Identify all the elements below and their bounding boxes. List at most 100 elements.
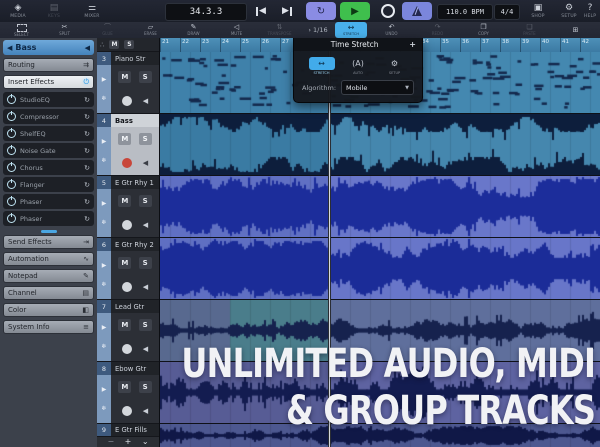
effect-edit-icon[interactable]: ↻: [84, 130, 90, 138]
track-name[interactable]: Lead Gtr: [111, 300, 159, 313]
mute-button[interactable]: M: [118, 257, 131, 269]
algorithm-dropdown[interactable]: Mobile ▼: [341, 80, 414, 95]
effect-edit-icon[interactable]: ↻: [84, 113, 90, 121]
clip-e-gtr-rhy-2[interactable]: [160, 238, 600, 299]
routing-button[interactable]: Routing⇉: [3, 58, 94, 72]
grid-add-button[interactable]: ⊞: [554, 22, 597, 38]
solo-button[interactable]: S: [139, 257, 152, 269]
clip-bass[interactable]: [160, 114, 600, 175]
solo-button[interactable]: S: [139, 71, 152, 83]
freeze-icon[interactable]: ❄: [101, 157, 106, 164]
effect-power-icon[interactable]: [7, 214, 16, 223]
effect-slot[interactable]: Compressor↻: [3, 109, 94, 124]
solo-button[interactable]: S: [139, 195, 152, 207]
draw-tool[interactable]: ✎DRAW: [172, 22, 215, 38]
mute-button[interactable]: M: [118, 381, 131, 393]
track-row[interactable]: 3 Piano Str ▶❄ MS ◀: [97, 52, 159, 114]
mute-tool[interactable]: ◁MUTE: [215, 22, 258, 38]
solo-all-button[interactable]: S: [124, 40, 134, 49]
grid-resolution-selector[interactable]: ›1/16: [301, 22, 335, 38]
add-track-button[interactable]: +: [125, 438, 132, 446]
redo-button[interactable]: ↷REDO: [416, 22, 459, 38]
copy-button[interactable]: ❐COPY: [462, 22, 505, 38]
cycle-button[interactable]: ↻: [306, 2, 336, 20]
effect-edit-icon[interactable]: ↻: [84, 96, 90, 104]
effect-edit-icon[interactable]: ↻: [84, 215, 90, 223]
clip-e-gtr-rhy-1[interactable]: [160, 176, 600, 237]
effect-edit-icon[interactable]: ↻: [84, 181, 90, 189]
paste-button[interactable]: ❏PASTE: [508, 22, 551, 38]
monitor-icon[interactable]: ◀: [143, 221, 148, 229]
track-row[interactable]: 9 E Gtr Fills: [97, 424, 159, 436]
record-arm-button[interactable]: [122, 220, 132, 230]
track-play-icon[interactable]: ▶: [102, 262, 107, 269]
effect-slot[interactable]: Noise Gate↻: [3, 143, 94, 158]
effect-power-icon[interactable]: [7, 112, 16, 121]
system-info-button[interactable]: System Info≡: [3, 320, 94, 334]
freeze-icon[interactable]: ❄: [101, 281, 106, 288]
notepad-button[interactable]: Notepad✎: [3, 269, 94, 283]
mute-button[interactable]: M: [118, 195, 131, 207]
effect-slot[interactable]: Phaser↻: [3, 211, 94, 226]
keys-button[interactable]: ▤KEYS: [38, 1, 70, 21]
effect-power-icon[interactable]: [7, 180, 16, 189]
track-row[interactable]: 7 Lead Gtr ▶❄ MS ◀: [97, 300, 159, 362]
freeze-icon[interactable]: ❄: [101, 219, 106, 226]
effect-power-icon[interactable]: [7, 129, 16, 138]
record-arm-button[interactable]: [122, 344, 132, 354]
track-row[interactable]: 5 E Gtr Rhy 1 ▶❄ MS ◀: [97, 176, 159, 238]
record-button[interactable]: [373, 2, 403, 20]
solo-button[interactable]: S: [139, 133, 152, 145]
mute-all-button[interactable]: M: [109, 40, 119, 49]
metronome-button[interactable]: [402, 2, 432, 20]
setup-mode-button[interactable]: ⚙ SETUP: [382, 57, 408, 75]
auto-mode-button[interactable]: (A) AUTO: [345, 57, 371, 75]
time-signature-display[interactable]: 4/4: [494, 4, 520, 20]
effect-power-icon[interactable]: [7, 163, 16, 172]
inspector-divider[interactable]: [3, 228, 94, 235]
monitor-icon[interactable]: ◀: [143, 407, 148, 415]
rewind-button[interactable]: ◀: [256, 4, 266, 18]
track-play-icon[interactable]: ▶: [102, 76, 107, 83]
track-name[interactable]: Ebow Gtr: [111, 362, 159, 375]
stretch-tool-active[interactable]: ↔STRETCH: [335, 22, 367, 38]
track-play-icon[interactable]: ▶: [102, 200, 107, 207]
play-button[interactable]: ▶: [340, 2, 370, 20]
track-name[interactable]: Bass: [111, 114, 159, 127]
effect-power-icon[interactable]: [7, 95, 16, 104]
delete-track-button[interactable]: −: [107, 438, 114, 446]
freeze-icon[interactable]: ❄: [101, 343, 106, 350]
track-play-icon[interactable]: ▶: [102, 138, 107, 145]
record-arm-button[interactable]: [122, 282, 132, 292]
effect-slot[interactable]: Flanger↻: [3, 177, 94, 192]
effect-power-icon[interactable]: [7, 197, 16, 206]
track-row-selected[interactable]: 4 Bass ▶❄ MS ◀: [97, 114, 159, 176]
effect-edit-icon[interactable]: ↻: [84, 147, 90, 155]
inspector-track-header[interactable]: ◀ Bass ◀: [3, 40, 94, 55]
effect-power-icon[interactable]: [7, 146, 16, 155]
mute-button[interactable]: M: [118, 71, 131, 83]
send-effects-button[interactable]: Send Effects⇥: [3, 235, 94, 249]
stretch-mode-button[interactable]: ↔ STRETCH: [309, 57, 335, 75]
effect-slot[interactable]: Phaser↻: [3, 194, 94, 209]
track-row[interactable]: 8 Ebow Gtr ▶❄ MS ◀: [97, 362, 159, 424]
track-options-icon[interactable]: ∴: [100, 41, 104, 49]
crosshair-icon[interactable]: +: [409, 40, 416, 49]
insert-effects-button[interactable]: Insert Effects⏻︎: [3, 75, 94, 89]
record-arm-button[interactable]: [122, 406, 132, 416]
undo-button[interactable]: ↶UNDO: [370, 22, 413, 38]
monitor-icon[interactable]: ◀: [143, 159, 148, 167]
glue-tool[interactable]: ⌒GLUE: [86, 22, 129, 38]
monitor-icon[interactable]: ◀: [143, 97, 148, 105]
solo-button[interactable]: S: [139, 319, 152, 331]
monitor-icon[interactable]: ◀: [143, 345, 148, 353]
effect-edit-icon[interactable]: ↻: [84, 198, 90, 206]
solo-button[interactable]: S: [139, 381, 152, 393]
track-name[interactable]: E Gtr Rhy 2: [111, 238, 159, 251]
track-name[interactable]: Piano Str: [111, 52, 159, 65]
track-play-icon[interactable]: ▶: [102, 386, 107, 393]
help-button[interactable]: ?HELP: [580, 1, 600, 21]
automation-button[interactable]: Automation∿: [3, 252, 94, 266]
forward-button[interactable]: ▶: [282, 4, 292, 18]
time-position-display[interactable]: 34.3.3: [165, 3, 247, 21]
